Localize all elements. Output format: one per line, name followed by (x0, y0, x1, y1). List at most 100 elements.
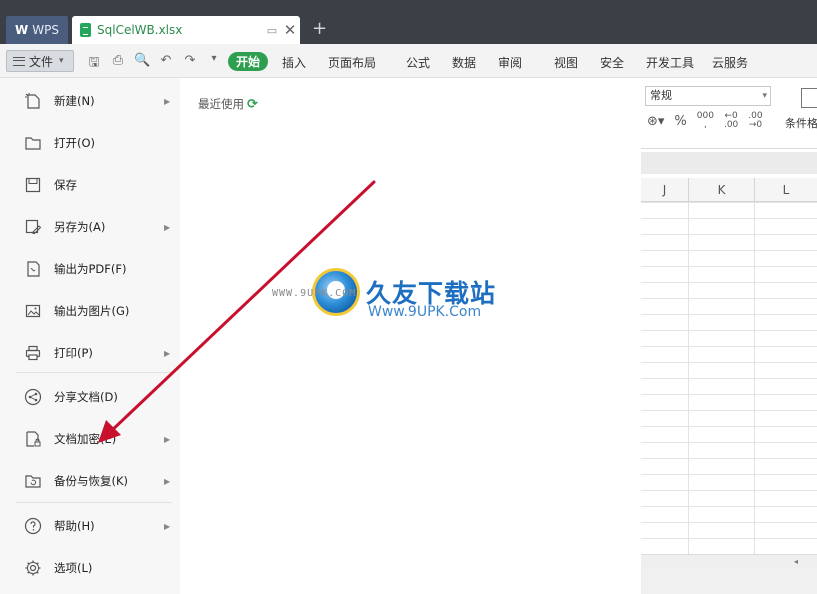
menu-item-share[interactable]: 分享文档(D) (0, 379, 180, 415)
divider (641, 148, 817, 149)
recent-files-header: 最近使用 ⟳ (198, 96, 258, 112)
save-icon[interactable]: 🖫 (86, 53, 102, 75)
new-file-icon (25, 93, 40, 109)
ribbon-bar: 文件 ▾ 🖫 ⎙ 🔍 ↶ ↷ ▾ 开始 插入 页面布局 公式 数据 审阅 视图 … (0, 44, 817, 78)
thousands-separator-icon[interactable]: 000, (697, 112, 714, 130)
window-mode-icon[interactable]: ▭ (264, 24, 280, 37)
menu-item-label: 打印(P) (54, 346, 93, 360)
chevron-down-icon: ▾ (762, 91, 767, 101)
print-preview-icon[interactable]: 🔍 (134, 53, 150, 75)
tab-start[interactable]: 开始 (228, 52, 268, 71)
column-header-j[interactable]: J (641, 178, 689, 202)
undo-icon[interactable]: ↶ (158, 53, 174, 75)
menu-divider (16, 372, 172, 373)
document-tab[interactable]: SqlCelWB.xlsx ▭ ✕ (72, 16, 300, 44)
folder-icon (25, 137, 41, 150)
share-icon (24, 388, 42, 406)
new-tab-button[interactable]: + (312, 18, 327, 39)
menu-item-options[interactable]: 选项(L) (0, 550, 180, 586)
file-menu-button[interactable]: 文件 ▾ (6, 50, 74, 72)
tab-insert[interactable]: 插入 (282, 54, 328, 71)
menu-item-save-as[interactable]: 另存为(A) ▶ (0, 209, 180, 245)
horizontal-scrollbar[interactable]: ◂ (641, 554, 817, 568)
percent-icon[interactable]: % (674, 114, 686, 129)
menu-item-help[interactable]: 帮助(H) ▶ (0, 508, 180, 544)
chevron-down-icon: ▾ (59, 56, 64, 66)
increase-decimal-icon[interactable]: ←0.00 (724, 112, 738, 130)
menu-item-label: 帮助(H) (54, 519, 95, 533)
decrease-decimal-icon[interactable]: .00 →0 (748, 112, 762, 130)
refresh-icon[interactable]: ⟳ (247, 97, 258, 112)
document-tab-label: SqlCelWB.xlsx (97, 23, 183, 37)
spreadsheet-area: 常规 ▾ ⊛▾ % 000, ←0.00 .00 →0 条件格 J K L ◂ (641, 78, 817, 594)
menu-item-export-pdf[interactable]: 输出为PDF(F) (0, 251, 180, 287)
formula-bar[interactable] (641, 152, 817, 174)
menu-item-backup[interactable]: 备份与恢复(K) ▶ (0, 463, 180, 499)
submenu-arrow-icon: ▶ (164, 348, 171, 358)
tab-developer[interactable]: 开发工具 (646, 54, 712, 71)
tab-cloud-service[interactable]: 云服务 (712, 54, 762, 71)
title-bar: W WPS SqlCelWB.xlsx ▭ ✕ + (0, 0, 817, 44)
menu-item-new[interactable]: 新建(N) ▶ (0, 83, 180, 119)
submenu-arrow-icon: ▶ (164, 521, 171, 531)
print-icon[interactable]: ⎙ (110, 53, 126, 75)
status-bar (641, 568, 817, 594)
menu-item-label: 输出为图片(G) (54, 304, 130, 318)
column-header-l[interactable]: L (755, 178, 817, 202)
menu-item-label: 另存为(A) (54, 220, 106, 234)
submenu-arrow-icon: ▶ (164, 476, 171, 486)
submenu-arrow-icon: ▶ (164, 222, 171, 232)
number-format-select[interactable]: 常规 ▾ (645, 86, 771, 106)
wps-logo-icon: W (15, 23, 29, 37)
conditional-format-label[interactable]: 条件格 (785, 115, 817, 131)
backup-icon (25, 475, 41, 488)
file-menu-label: 文件 (29, 54, 54, 69)
watermark-small-text: WWW.9UPK.COM (272, 288, 357, 299)
wps-home-tab[interactable]: W WPS (6, 16, 68, 44)
scroll-left-icon[interactable]: ◂ (789, 555, 803, 568)
conditional-format-icon[interactable] (801, 88, 817, 108)
menu-item-print[interactable]: 打印(P) ▶ (0, 335, 180, 371)
file-menu-panel: 新建(N) ▶ 打开(O) 保存 另存为(A) ▶ 输出为PDF(F) 输出为图… (0, 78, 641, 594)
tab-formulas[interactable]: 公式 (406, 54, 452, 71)
menu-item-export-image[interactable]: 输出为图片(G) (0, 293, 180, 329)
menu-icon (13, 56, 25, 66)
tab-data[interactable]: 数据 (452, 54, 498, 71)
ribbon-tabs: 插入 页面布局 公式 数据 审阅 视图 安全 开发工具 云服务 (282, 54, 762, 71)
wps-tab-label: WPS (32, 23, 59, 37)
watermark-url: Www.9UPK.Com (368, 304, 482, 320)
encrypt-icon (26, 431, 41, 447)
save-as-icon (25, 219, 42, 234)
menu-item-label: 备份与恢复(K) (54, 474, 129, 488)
gear-icon (25, 560, 41, 576)
grid-line (754, 202, 755, 554)
tab-page-layout[interactable]: 页面布局 (328, 54, 406, 71)
printer-icon (25, 345, 41, 361)
tab-security[interactable]: 安全 (600, 54, 646, 71)
menu-item-label: 保存 (54, 178, 77, 192)
spreadsheet-icon (80, 23, 91, 37)
tab-view[interactable]: 视图 (554, 54, 600, 71)
currency-icon[interactable]: ⊛▾ (647, 114, 664, 129)
grid-line (688, 202, 689, 554)
submenu-arrow-icon: ▶ (164, 434, 171, 444)
menu-item-label: 新建(N) (54, 94, 95, 108)
number-format-value: 常规 (650, 89, 672, 102)
cell-grid[interactable] (641, 202, 817, 554)
column-header-k[interactable]: K (689, 178, 755, 202)
menu-divider (16, 502, 172, 503)
menu-item-open[interactable]: 打开(O) (0, 125, 180, 161)
menu-item-label: 选项(L) (54, 561, 93, 575)
menu-item-encrypt[interactable]: 文档加密(E) ▶ (0, 421, 180, 457)
menu-item-save[interactable]: 保存 (0, 167, 180, 203)
menu-item-label: 输出为PDF(F) (54, 262, 127, 276)
pdf-icon (27, 261, 40, 277)
image-icon (25, 304, 41, 318)
redo-icon[interactable]: ↷ (182, 53, 198, 75)
customize-dropdown-icon[interactable]: ▾ (206, 53, 222, 75)
help-icon (24, 517, 42, 535)
tab-review[interactable]: 审阅 (498, 54, 554, 71)
close-icon[interactable]: ✕ (280, 21, 300, 39)
menu-item-label: 文档加密(E) (54, 432, 117, 446)
quick-access-toolbar: 🖫 ⎙ 🔍 ↶ ↷ ▾ (86, 53, 222, 75)
